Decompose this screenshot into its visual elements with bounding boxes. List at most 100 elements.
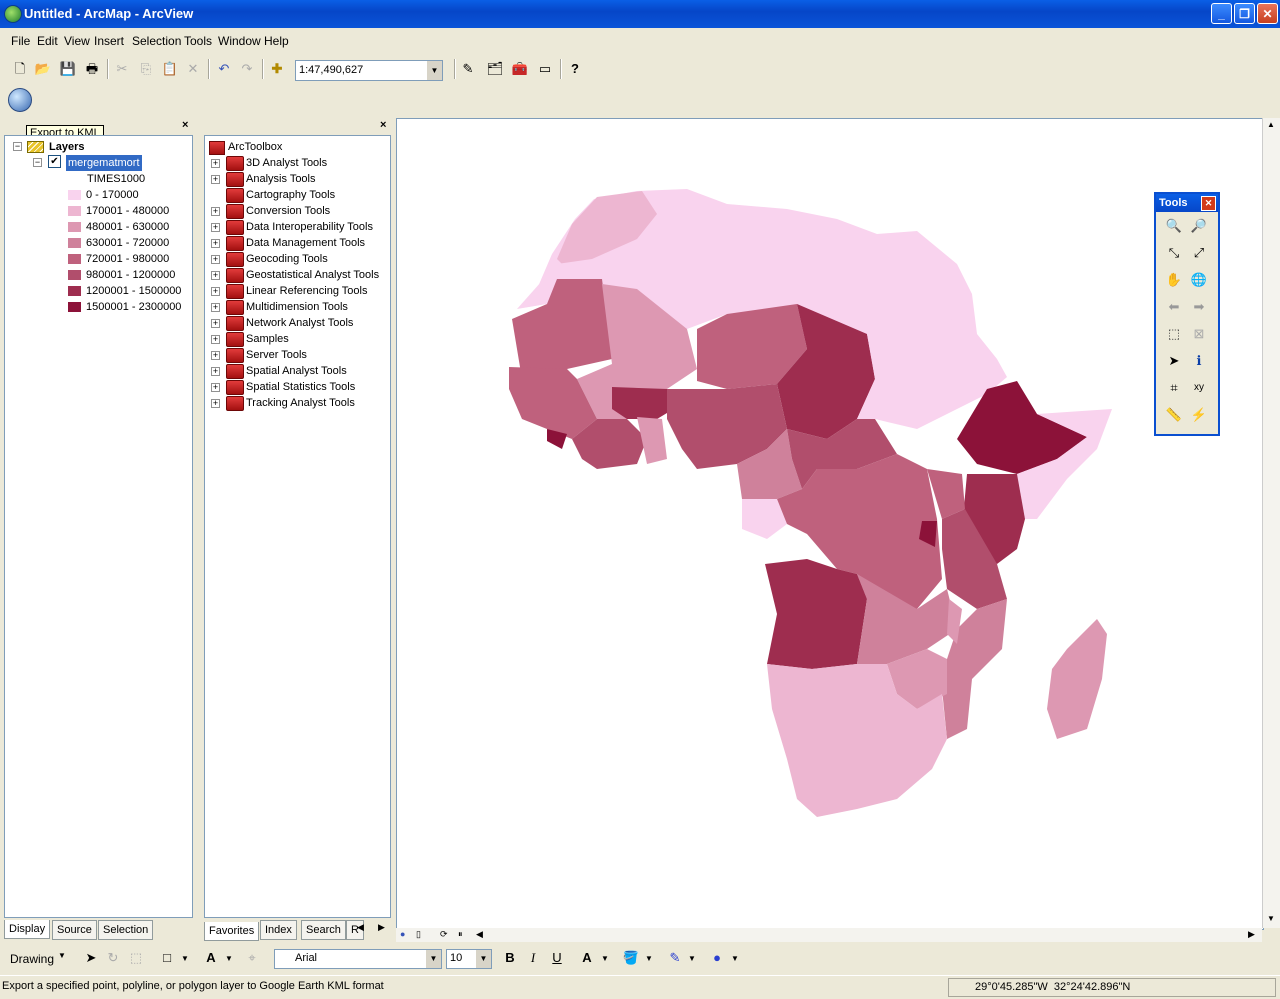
tab-selection[interactable]: Selection <box>98 920 154 940</box>
zoom-in-icon[interactable]: 🔍 <box>1164 216 1184 236</box>
chevron-down-icon[interactable]: ▼ <box>225 954 233 963</box>
export-kml-globe-icon[interactable] <box>8 88 32 112</box>
layer-visibility-checkbox[interactable]: ✔ <box>48 155 61 168</box>
redo-icon[interactable]: ↷ <box>236 58 258 80</box>
font-color-icon[interactable]: A <box>576 947 598 969</box>
layer-name[interactable]: mergematmort <box>66 155 142 171</box>
tab-scroll-left-icon[interactable]: ◀ <box>357 922 364 933</box>
arctoolbox-root-label[interactable]: ArcToolbox <box>228 139 282 155</box>
copy-icon[interactable]: ⎘ <box>135 58 157 80</box>
expand-icon[interactable]: + <box>211 255 220 264</box>
find-binoculars-icon[interactable]: ⌗ <box>1164 378 1184 398</box>
legend-swatch[interactable] <box>68 270 81 280</box>
back-extent-icon[interactable]: ⬅ <box>1164 297 1184 317</box>
toc-grip[interactable] <box>3 118 195 124</box>
tab-source[interactable]: Source <box>52 920 97 940</box>
toolbox-item[interactable]: Linear Referencing Tools <box>246 283 367 299</box>
command-line-icon[interactable]: ▭ <box>534 58 556 80</box>
chevron-down-icon[interactable]: ▼ <box>427 61 442 80</box>
minimize-button[interactable]: _ <box>1211 3 1232 24</box>
legend-swatch[interactable] <box>68 254 81 264</box>
select-elements-arrow-icon[interactable]: ➤ <box>80 947 102 969</box>
menu-insert[interactable]: Insert <box>94 34 124 48</box>
arcmap-app-icon[interactable] <box>4 5 22 23</box>
expand-icon[interactable]: + <box>211 223 220 232</box>
toolbox-item[interactable]: Cartography Tools <box>246 187 335 203</box>
chevron-down-icon[interactable]: ▼ <box>426 950 441 968</box>
legend-swatch[interactable] <box>68 222 81 232</box>
close-icon[interactable]: ✕ <box>1201 196 1216 211</box>
map-display[interactable] <box>396 118 1264 930</box>
font-size-select[interactable]: 10 ▼ <box>446 949 492 969</box>
toolbox-item[interactable]: 3D Analyst Tools <box>246 155 327 171</box>
print-icon[interactable]: 🖶 <box>81 58 103 80</box>
menu-window[interactable]: Window <box>218 34 261 48</box>
toolbox-item[interactable]: Conversion Tools <box>246 203 330 219</box>
toolbox-item[interactable]: Geostatistical Analyst Tools <box>246 267 379 283</box>
data-view-icon[interactable]: ● <box>400 929 405 939</box>
clear-selection-icon[interactable]: ⊠ <box>1189 324 1209 344</box>
edit-vertices-icon[interactable]: ⌖ <box>241 947 263 969</box>
measure-icon[interactable]: 📏 <box>1164 405 1184 425</box>
toolbox-item[interactable]: Multidimension Tools <box>246 299 348 315</box>
zoom-whole-page-icon[interactable]: ⬚ <box>125 947 147 969</box>
toolbox-item[interactable]: Samples <box>246 331 289 347</box>
forward-extent-icon[interactable]: ➡ <box>1189 297 1209 317</box>
line-color-icon[interactable]: ✎ <box>664 947 686 969</box>
drawing-menu[interactable]: Drawing <box>10 952 54 966</box>
scroll-up-icon[interactable]: ▲ <box>1267 120 1275 129</box>
tab-search[interactable]: Search <box>301 920 346 940</box>
expand-icon[interactable]: + <box>211 159 220 168</box>
menu-file[interactable]: File <box>11 34 30 48</box>
pause-drawing-icon[interactable]: ⏸ <box>458 929 463 940</box>
select-elements-arrow-icon[interactable]: ➤ <box>1164 351 1184 371</box>
close-button[interactable]: ✕ <box>1257 3 1278 24</box>
expand-icon[interactable]: + <box>211 335 220 344</box>
toolbox-item[interactable]: Data Management Tools <box>246 235 365 251</box>
expand-icon[interactable]: + <box>211 351 220 360</box>
chevron-down-icon[interactable]: ▼ <box>688 954 696 963</box>
expand-icon[interactable]: + <box>211 271 220 280</box>
arctoolbox-icon[interactable]: 🧰 <box>509 58 531 80</box>
fixed-zoom-out-icon[interactable]: ⤢ <box>1189 243 1209 263</box>
menu-tools[interactable]: Tools <box>184 34 212 48</box>
collapse-icon[interactable]: − <box>33 158 42 167</box>
chevron-down-icon[interactable]: ▼ <box>58 951 66 960</box>
tab-favorites[interactable]: Favorites <box>204 922 260 941</box>
undo-icon[interactable]: ↶ <box>213 58 235 80</box>
tab-scroll-right-icon[interactable]: ▶ <box>378 922 385 933</box>
rotate-icon[interactable]: ↻ <box>102 947 124 969</box>
expand-icon[interactable]: + <box>211 239 220 248</box>
scroll-down-icon[interactable]: ▼ <box>1267 914 1275 923</box>
tab-index[interactable]: Index <box>260 920 297 940</box>
toolbox-item[interactable]: Geocoding Tools <box>246 251 328 267</box>
toolbox-item[interactable]: Network Analyst Tools <box>246 315 353 331</box>
fixed-zoom-in-icon[interactable]: ⤡ <box>1164 243 1184 263</box>
bold-icon[interactable]: B <box>499 947 521 969</box>
underline-icon[interactable]: U <box>546 947 568 969</box>
toolbox-item[interactable]: Spatial Analyst Tools <box>246 363 347 379</box>
chevron-down-icon[interactable]: ▼ <box>181 954 189 963</box>
save-icon[interactable]: 💾 <box>57 58 79 80</box>
toolbox-item[interactable]: Analysis Tools <box>246 171 316 187</box>
restore-button[interactable]: ❐ <box>1234 3 1255 24</box>
scroll-right-icon[interactable]: ▶ <box>1248 929 1255 940</box>
close-icon[interactable]: × <box>380 119 386 131</box>
font-select[interactable]: Arial ▼ <box>274 949 442 969</box>
menu-view[interactable]: View <box>64 34 90 48</box>
layout-view-icon[interactable]: ▯ <box>416 929 421 940</box>
refresh-icon[interactable]: ⟳ <box>440 929 448 940</box>
new-document-icon[interactable]: 🗋 <box>9 58 31 80</box>
chevron-down-icon[interactable]: ▼ <box>645 954 653 963</box>
toolbox-item[interactable]: Data Interoperability Tools <box>246 219 373 235</box>
expand-icon[interactable]: + <box>211 287 220 296</box>
add-data-icon[interactable]: ✚ <box>266 58 288 80</box>
map-scale-combo[interactable]: 1:47,490,627 ▼ <box>295 60 443 81</box>
map-horizontal-scrollbar[interactable]: ● ▯ ⟳ ⏸ ◀ ▶ <box>396 928 1262 942</box>
expand-icon[interactable]: + <box>211 383 220 392</box>
legend-swatch[interactable] <box>68 302 81 312</box>
expand-icon[interactable]: + <box>211 367 220 376</box>
expand-icon[interactable]: + <box>211 319 220 328</box>
expand-icon[interactable]: + <box>211 399 220 408</box>
tools-window-title-bar[interactable]: Tools ✕ <box>1156 194 1218 212</box>
